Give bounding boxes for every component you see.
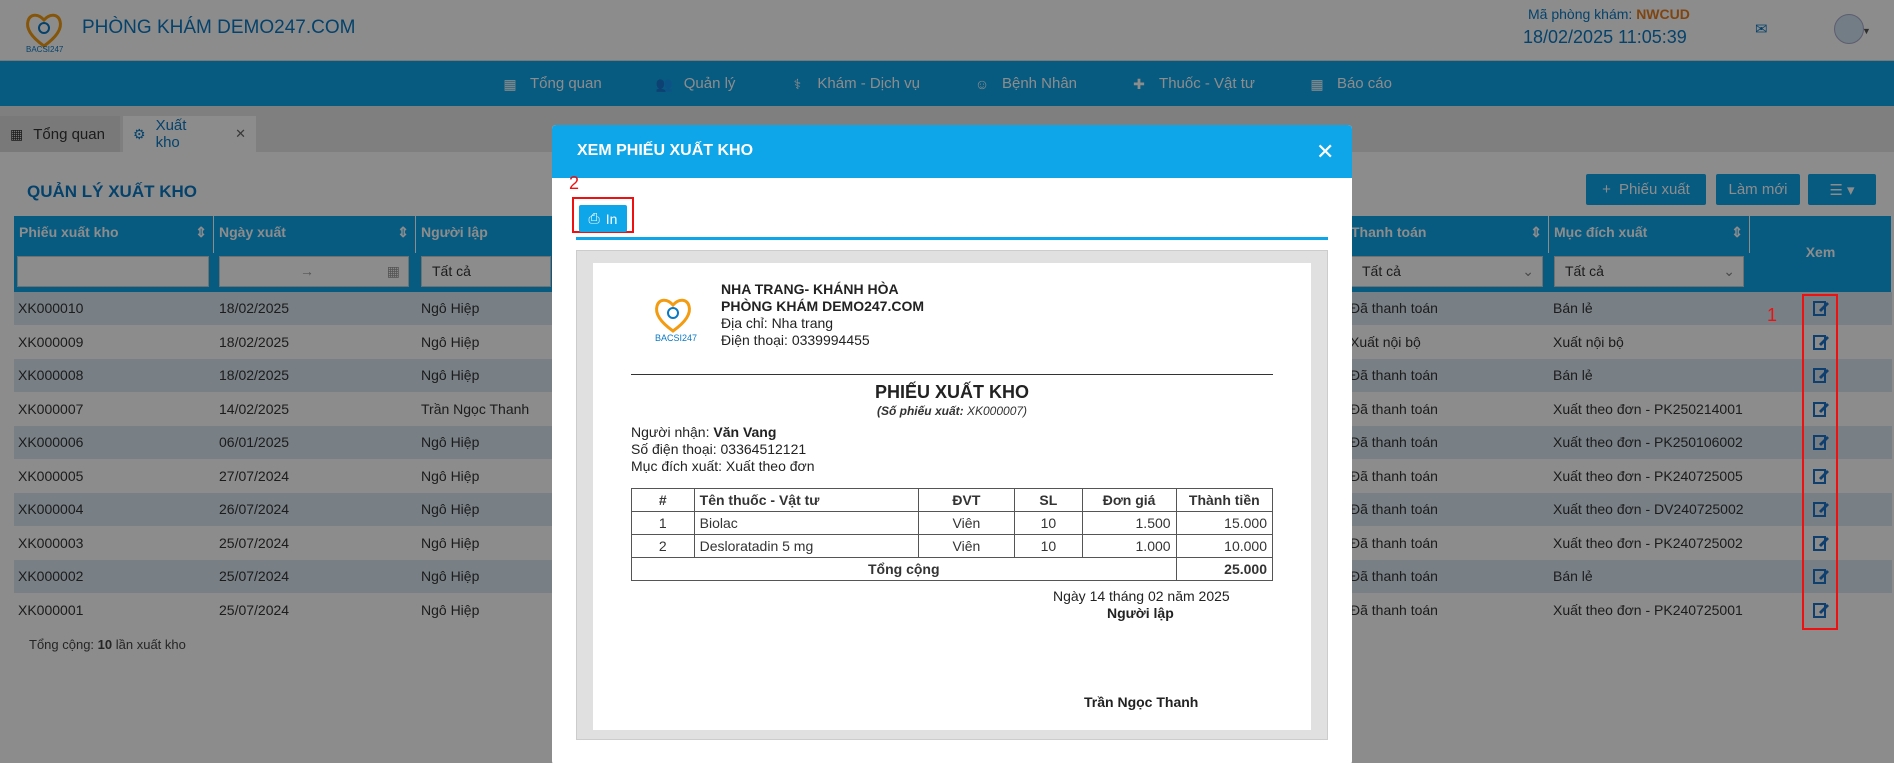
item-amount: 15.000 [1175, 511, 1274, 535]
table-row: 1 Biolac Viên 10 1.500 15.000 [631, 511, 1274, 535]
item-unit: Viên [917, 511, 1016, 535]
annotation-box-view-column [1802, 294, 1838, 630]
item-unit: Viên [917, 534, 1016, 558]
col-header: Thành tiền [1175, 488, 1274, 512]
clinic-logo: BACSI247 [655, 298, 697, 343]
doc-clinic: PHÒNG KHÁM DEMO247.COM [721, 298, 925, 314]
doc-date: Ngày 14 tháng 02 năm 2025 [1053, 588, 1230, 604]
item-amount: 10.000 [1175, 534, 1274, 558]
item-no: 2 [631, 534, 695, 558]
annotation-step-1: 1 [1767, 305, 1778, 325]
modal-header: XEM PHIẾU XUẤT KHO ✕ [552, 125, 1352, 178]
doc-number-value: XK000007) [966, 404, 1028, 418]
col-header: Tên thuốc - Vật tư [693, 488, 919, 512]
close-icon[interactable]: ✕ [1316, 139, 1334, 165]
export-purpose: Mục đích xuất: Xuất theo đơn [631, 458, 815, 474]
item-price: 1.500 [1081, 511, 1177, 535]
col-header: SL [1014, 488, 1083, 512]
doc-address: Địa chỉ: Nha trang [721, 315, 834, 331]
col-header: # [631, 488, 695, 512]
items-table: # Tên thuốc - Vật tư ĐVT SL Đơn giá Thàn… [631, 488, 1274, 581]
doc-signer-name: Trần Ngọc Thanh [1084, 694, 1199, 710]
divider [631, 374, 1273, 375]
items-table-header: # Tên thuốc - Vật tư ĐVT SL Đơn giá Thàn… [631, 488, 1274, 512]
printer-icon: ⎙ [588, 210, 600, 226]
document-header: NHA TRANG- KHÁNH HÒA PHÒNG KHÁM DEMO247.… [721, 281, 924, 349]
item-price: 1.000 [1081, 534, 1177, 558]
item-name: Biolac [693, 511, 919, 535]
doc-number: (Số phiếu xuất: XK000007) [593, 404, 1311, 418]
recipient-phone: Số điện thoại: 03364512121 [631, 441, 807, 457]
document-page: BACSI247 NHA TRANG- KHÁNH HÒA PHÒNG KHÁM… [593, 263, 1311, 730]
annotation-step-2: 2 [569, 173, 580, 193]
item-name: Desloratadin 5 mg [693, 534, 919, 558]
recipient-label: Người nhận: [631, 424, 710, 440]
print-label: In [605, 210, 618, 227]
item-qty: 10 [1014, 511, 1083, 535]
total-row: Tổng cộng 25.000 [631, 557, 1274, 581]
total-value: 25.000 [1175, 557, 1274, 581]
export-slip-modal: XEM PHIẾU XUẤT KHO ✕ 2 ⎙ In BACSI247 NHA … [552, 125, 1352, 763]
modal-title: XEM PHIẾU XUẤT KHO [577, 142, 754, 159]
doc-recipient-info: Người nhận: Văn Vang Số điện thoại: 0336… [631, 424, 815, 475]
col-header: Đơn giá [1081, 488, 1177, 512]
doc-title: PHIẾU XUẤT KHO [874, 382, 1029, 402]
print-button[interactable]: ⎙ In [579, 205, 627, 232]
item-no: 1 [631, 511, 695, 535]
divider [576, 237, 1328, 240]
recipient-name: Văn Vang [713, 424, 777, 440]
col-header: ĐVT [917, 488, 1016, 512]
doc-phone: Điện thoại: 0339994455 [721, 332, 870, 348]
doc-number-label: (Số phiếu xuất: [876, 404, 964, 418]
doc-region: NHA TRANG- KHÁNH HÒA [721, 281, 899, 297]
svg-text:BACSI247: BACSI247 [655, 333, 697, 343]
table-row: 2 Desloratadin 5 mg Viên 10 1.000 10.000 [631, 534, 1274, 558]
doc-signer-role: Người lập [1107, 605, 1174, 621]
item-qty: 10 [1014, 534, 1083, 558]
document-preview-frame[interactable]: BACSI247 NHA TRANG- KHÁNH HÒA PHÒNG KHÁM… [576, 250, 1328, 740]
total-label: Tổng cộng [631, 557, 1177, 581]
